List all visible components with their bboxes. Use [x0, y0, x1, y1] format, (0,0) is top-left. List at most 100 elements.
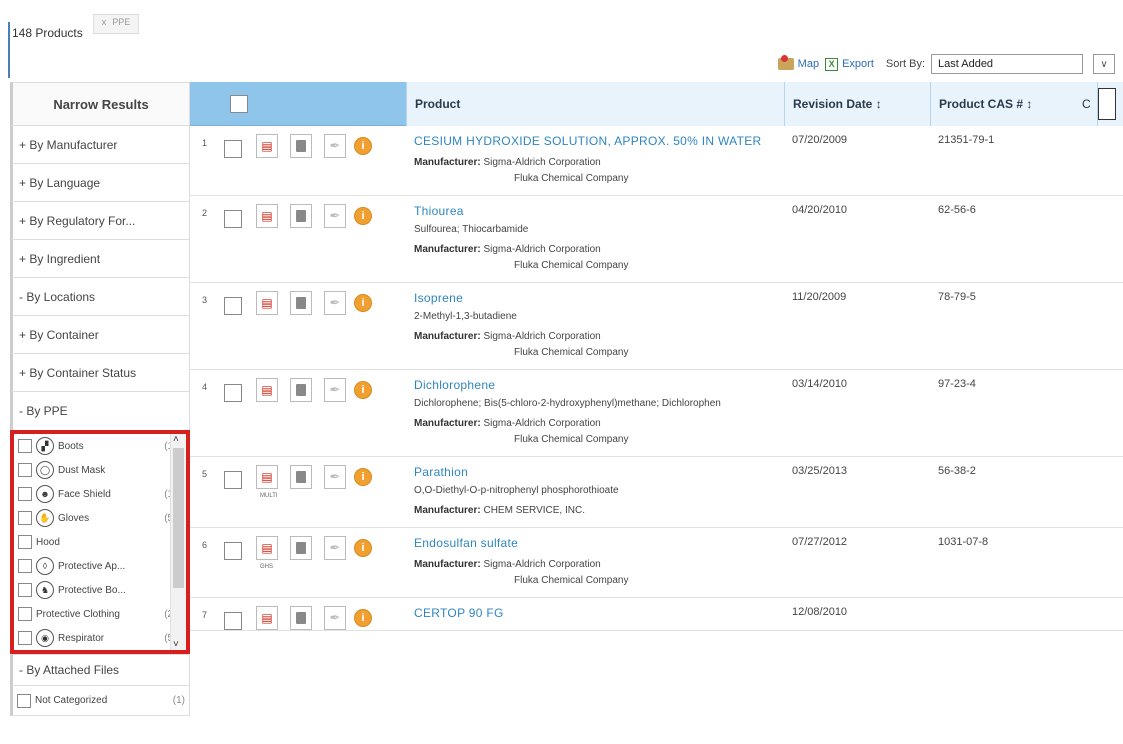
info-icon[interactable]: i [354, 381, 372, 399]
ppe-checkbox[interactable] [18, 487, 32, 501]
document-icon[interactable] [290, 378, 312, 402]
info-icon[interactable]: i [354, 609, 372, 627]
row-checkbox[interactable] [224, 384, 242, 402]
ppe-option[interactable]: Hood(2) [14, 530, 186, 554]
sidebar-item-ingredient[interactable]: + By Ingredient [10, 240, 190, 278]
sidebar-item-attached-files[interactable]: - By Attached Files [10, 654, 190, 686]
table-body: 1 ▤ ✒ i CESIUM HYDROXIDE SOLUTION, APPROX. 5… [190, 126, 1123, 631]
document-icon[interactable] [290, 291, 312, 315]
row-checkbox[interactable] [224, 210, 242, 228]
document-icon[interactable] [290, 204, 312, 228]
row-checkbox[interactable] [224, 542, 242, 560]
row-checkbox[interactable] [224, 612, 242, 630]
ppe-checkbox[interactable] [18, 511, 32, 525]
info-icon[interactable]: i [354, 137, 372, 155]
chevron-down-icon[interactable]: ∨ [1093, 54, 1115, 74]
sidebar-item-locations[interactable]: - By Locations [10, 278, 190, 316]
ppe-option[interactable]: ♞Protective Bo...(9) [14, 578, 186, 602]
sidebar-item-manufacturer[interactable]: + By Manufacturer [10, 126, 190, 164]
select-all-checkbox[interactable] [230, 94, 248, 113]
ppe-option[interactable]: ◊Protective Ap...(9) [14, 554, 186, 578]
ppe-checkbox[interactable] [18, 607, 32, 621]
cas-column-header[interactable]: Product CAS # ↕ [930, 81, 1097, 126]
sidebar-item-container[interactable]: + By Container [10, 316, 190, 354]
scroll-thumb[interactable] [173, 448, 184, 588]
row-checkbox[interactable] [224, 297, 242, 315]
sds-format-tag: GHS [260, 564, 274, 570]
results-summary: 148 Products x PPE [12, 14, 140, 40]
scroll-down-icon[interactable]: ˅ [173, 639, 179, 650]
ppe-checkbox[interactable] [18, 463, 32, 477]
pdf-icon[interactable]: ▤ [256, 465, 278, 489]
map-link[interactable]: Map [777, 55, 819, 70]
paperclip-icon[interactable]: ✒ [324, 134, 346, 158]
sds-format-tag: MULTI [260, 493, 278, 499]
sidebar-item-ppe[interactable]: - By PPE [10, 392, 190, 430]
paperclip-icon[interactable]: ✒ [324, 536, 346, 560]
sort-select[interactable]: Last Added [931, 54, 1083, 74]
info-icon[interactable]: i [354, 468, 372, 486]
product-column-header[interactable]: Product [406, 81, 784, 126]
attach-label: Not Categorized [35, 695, 108, 706]
product-name-link[interactable]: Dichlorophene [414, 378, 774, 393]
pdf-icon[interactable]: ▤ [256, 204, 278, 228]
ppe-option[interactable]: ◯Dust Mask(1) [14, 458, 186, 482]
document-icon[interactable] [290, 536, 312, 560]
pdf-icon[interactable]: ▤ [256, 536, 278, 560]
product-name-link[interactable]: CERTOP 90 FG [414, 606, 774, 621]
product-name-link[interactable]: CESIUM HYDROXIDE SOLUTION, APPROX. 50% I… [414, 134, 774, 149]
sidebar-item-language[interactable]: + By Language [10, 164, 190, 202]
ppe-option[interactable]: ▞Boots(13) [14, 434, 186, 458]
document-icon[interactable] [290, 606, 312, 630]
info-icon[interactable]: i [354, 539, 372, 557]
revision-date-column-header[interactable]: Revision Date ↕ [784, 81, 930, 126]
ppe-option[interactable]: ☻Face Shield(15) [14, 482, 186, 506]
paperclip-icon[interactable]: ✒ [324, 465, 346, 489]
ppe-checkbox[interactable] [18, 559, 32, 573]
ppe-checkbox[interactable] [18, 583, 32, 597]
pdf-icon[interactable]: ▤ [256, 606, 278, 630]
sidebar-item-container-status[interactable]: + By Container Status [10, 354, 190, 392]
product-name-link[interactable]: Parathion [414, 465, 774, 480]
product-name-link[interactable]: Isoprene [414, 291, 774, 306]
ppe-option[interactable]: ◉Respirator(51) [14, 626, 186, 650]
paperclip-icon[interactable]: ✒ [324, 606, 346, 630]
ppe-scrollbar[interactable]: ˄ ˅ [170, 434, 186, 650]
info-icon[interactable]: i [354, 294, 372, 312]
ppe-checkbox[interactable] [18, 535, 32, 549]
row-checkbox[interactable] [224, 471, 242, 489]
manufacturer-name: Fluka Chemical Company [514, 347, 629, 358]
ppe-option[interactable]: Protective Clothing(29) [14, 602, 186, 626]
product-name-link[interactable]: Thiourea [414, 204, 774, 219]
sidebar-item-regulatory[interactable]: + By Regulatory For... [10, 202, 190, 240]
attach-option[interactable]: Not Categorized (1) [10, 686, 190, 716]
ppe-checkbox[interactable] [18, 439, 32, 453]
paperclip-icon[interactable]: ✒ [324, 204, 346, 228]
paperclip-icon[interactable]: ✒ [324, 378, 346, 402]
pdf-icon[interactable]: ▤ [256, 134, 278, 158]
product-name-link[interactable]: Endosulfan sulfate [414, 536, 774, 551]
manufacturer-label: Manufacturer: [414, 559, 481, 570]
pdf-icon[interactable]: ▤ [256, 291, 278, 315]
export-link[interactable]: X Export [825, 57, 874, 71]
column-scroll-handle[interactable] [1098, 87, 1116, 120]
ppe-checkbox[interactable] [18, 631, 32, 645]
ppe-option[interactable]: ✋Gloves(52) [14, 506, 186, 530]
pdf-icon[interactable]: ▤ [256, 378, 278, 402]
table-row: 6 ▤ ✒ i GHS Endosulfan sulfate Manufacturer: S… [190, 528, 1123, 598]
manufacturer-name: Sigma-Aldrich Corporation [483, 418, 601, 429]
remove-filter-icon[interactable]: x [102, 17, 107, 27]
truncated-column-label: C [1082, 96, 1091, 111]
info-icon[interactable]: i [354, 207, 372, 225]
active-filter-pill[interactable]: x PPE [92, 14, 140, 34]
manufacturer-label: Manufacturer: [414, 418, 481, 429]
row-checkbox[interactable] [224, 140, 242, 158]
paperclip-icon[interactable]: ✒ [324, 291, 346, 315]
row-actions: 1 ▤ ✒ i [190, 126, 406, 195]
attach-checkbox[interactable] [17, 693, 31, 708]
revision-date: 03/25/2013 [792, 465, 848, 477]
scroll-up-icon[interactable]: ˄ [173, 434, 179, 445]
document-icon[interactable] [290, 134, 312, 158]
document-icon[interactable] [290, 465, 312, 489]
more-columns-header[interactable]: C [1082, 81, 1123, 126]
